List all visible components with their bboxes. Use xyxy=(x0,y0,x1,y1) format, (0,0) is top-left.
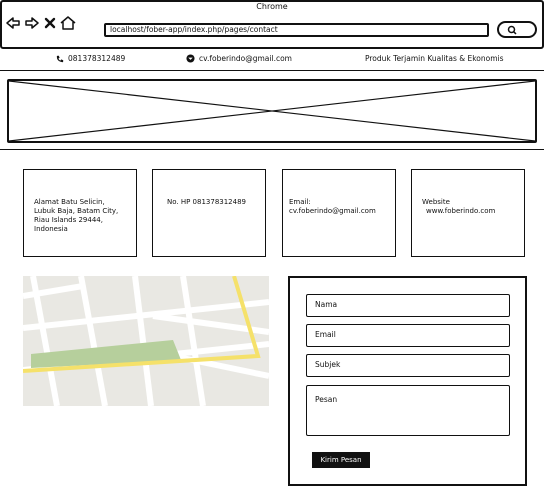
email-card-label: Email: xyxy=(289,198,311,206)
topbar-phone-text: 081378312489 xyxy=(68,54,126,63)
back-icon[interactable] xyxy=(5,14,21,32)
email-input[interactable]: Email xyxy=(306,324,510,347)
phone-icon xyxy=(56,55,64,62)
website-card: Website www.foberindo.com xyxy=(411,169,525,257)
browser-search-button[interactable] xyxy=(497,21,537,38)
topbar-phone: 081378312489 xyxy=(56,54,125,63)
phone-card-text: No. HP 081378312489 xyxy=(167,198,246,206)
email-card: Email: cv.foberindo@gmail.com xyxy=(282,169,396,257)
forward-icon[interactable] xyxy=(24,14,40,32)
topbar-tagline: Produk Terjamin Kualitas & Ekonomis xyxy=(365,54,504,63)
topbar-email-text: cv.foberindo@gmail.com xyxy=(199,54,292,63)
contact-info-bar: 081378312489 cv.foberindo@gmail.com Prod… xyxy=(0,49,544,71)
search-icon xyxy=(507,25,517,35)
topbar-email: cv.foberindo@gmail.com xyxy=(186,54,292,63)
address-bar[interactable]: localhost/fober-app/index.php/pages/cont… xyxy=(104,23,489,37)
name-input[interactable]: Nama xyxy=(306,294,510,317)
close-icon[interactable] xyxy=(43,14,57,32)
address-line: Riau Islands 29444, xyxy=(34,216,103,224)
window-title: Chrome xyxy=(256,2,288,11)
location-map[interactable] xyxy=(23,276,269,406)
website-card-label: Website xyxy=(422,198,450,206)
section-divider xyxy=(0,149,544,150)
phone-card: No. HP 081378312489 xyxy=(152,169,266,257)
message-textarea[interactable]: Pesan xyxy=(306,385,510,436)
subject-input[interactable]: Subjek xyxy=(306,354,510,377)
email-card-value: cv.foberindo@gmail.com xyxy=(289,207,376,215)
banner-image-placeholder xyxy=(7,79,537,143)
address-card: Alamat Batu Selicin, Lubuk Baja, Batam C… xyxy=(23,169,137,257)
address-line: Lubuk Baja, Batam City, xyxy=(34,207,119,215)
website-card-value: www.foberindo.com xyxy=(426,207,496,215)
address-line: Alamat Batu Selicin, xyxy=(34,198,105,206)
email-icon xyxy=(186,54,195,63)
home-icon[interactable] xyxy=(59,14,77,32)
address-line: Indonesia xyxy=(34,225,68,233)
submit-button[interactable]: Kirim Pesan xyxy=(312,452,370,468)
